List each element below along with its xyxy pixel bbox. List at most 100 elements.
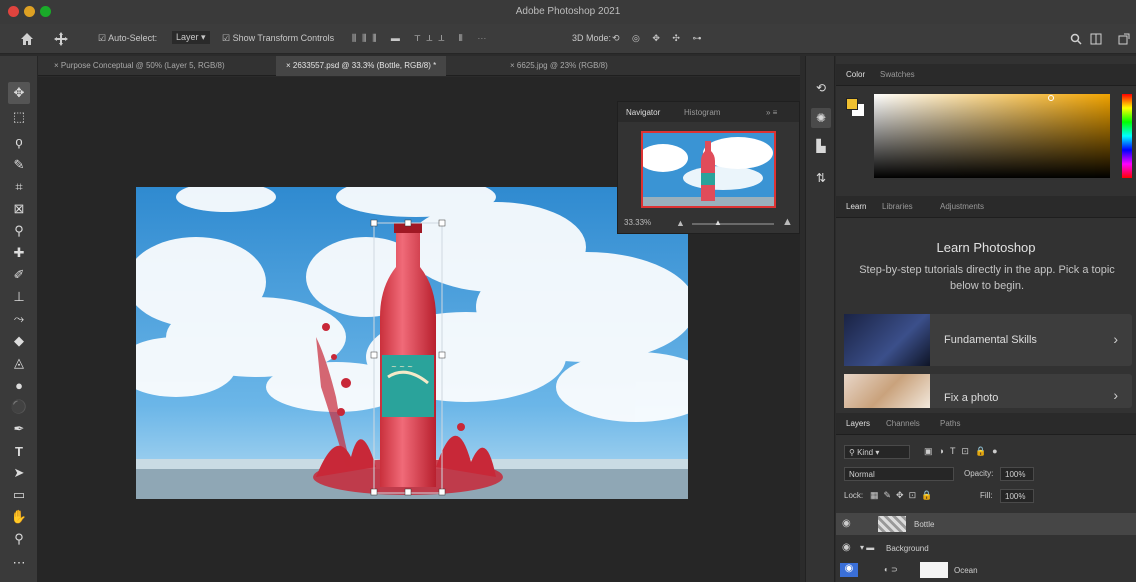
tutorial-thumbnail: [844, 314, 930, 366]
show-transform-checkbox[interactable]: ☑ Show Transform Controls: [222, 33, 334, 44]
navigator-thumbnail-image: [643, 133, 774, 206]
3d-mode-icons[interactable]: ⟲ ◎ ✥ ✣ ⊶: [612, 33, 706, 44]
workspace-icon[interactable]: [1090, 33, 1104, 45]
chevron-right-icon: ›: [1113, 387, 1118, 403]
gradient-tool-button[interactable]: ◬: [8, 352, 30, 374]
hand-tool-button[interactable]: ✋: [8, 506, 30, 528]
quick-selection-tool-button[interactable]: ✎: [8, 154, 30, 176]
layer-row-ocean[interactable]: ◉ ◐ ⊃ Ocean: [836, 559, 1136, 581]
opacity-label: Opacity:: [964, 469, 994, 478]
foreground-color-swatch[interactable]: [846, 98, 858, 110]
pen-tool-button[interactable]: ✒: [8, 418, 30, 440]
history-icon[interactable]: ⟲: [811, 78, 831, 98]
zoom-in-icon[interactable]: ▲: [782, 216, 793, 228]
tab-navigator[interactable]: Navigator: [626, 108, 660, 117]
tab-color[interactable]: Color: [846, 70, 865, 79]
auto-select-checkbox[interactable]: ☑ Auto-Select:: [98, 33, 157, 44]
layer-row-bottle[interactable]: ◉ Bottle: [836, 513, 1136, 535]
layers-panel-tabs: Layers Channels Paths: [836, 413, 1136, 435]
lock-icons[interactable]: ▦✎✥⊡🔒: [870, 490, 937, 501]
layers-panel: Layers Channels Paths ⚲ Kind ▾ ▣◑T⊡🔒● No…: [836, 413, 1136, 582]
brush-settings-icon[interactable]: ✺: [811, 108, 831, 128]
tab-libraries[interactable]: Libraries: [882, 202, 913, 211]
tab-histogram[interactable]: Histogram: [684, 108, 720, 117]
share-icon[interactable]: [1118, 33, 1130, 45]
layer-kind-filter[interactable]: ⚲ Kind ▾: [844, 445, 910, 459]
right-panels: Color Swatches Learn Libraries Adjustmen…: [836, 56, 1136, 582]
crop-tool-button[interactable]: ⌗: [8, 176, 30, 198]
zoom-slider-track[interactable]: [692, 223, 774, 225]
rectangle-tool-button[interactable]: ▭: [8, 484, 30, 506]
visibility-eye-icon[interactable]: ◉: [842, 518, 851, 529]
blur-tool-button[interactable]: ●: [8, 374, 30, 396]
tab-learn[interactable]: Learn: [846, 202, 866, 211]
frame-tool-button[interactable]: ⊠: [8, 198, 30, 220]
learn-panel-tabs: Learn Libraries Adjustments: [836, 196, 1136, 218]
tab-label: 6625.jpg @ 23% (RGB/8): [516, 61, 608, 70]
layer-name: Ocean: [954, 566, 978, 575]
lock-label: Lock:: [844, 491, 864, 500]
picker-cursor[interactable]: [1048, 95, 1054, 101]
layer-mask-thumbnail: [920, 562, 948, 578]
show-transform-label: Show Transform Controls: [232, 33, 335, 43]
kind-label: Kind: [857, 448, 874, 457]
tutorial-card-label: Fundamental Skills: [944, 334, 1037, 346]
auto-select-dropdown[interactable]: Layer ▾: [172, 31, 210, 44]
opacity-field[interactable]: 100%: [1000, 467, 1034, 481]
svg-text:~ ~ ~: ~ ~ ~: [391, 363, 413, 371]
mode-3d-label: 3D Mode:: [572, 33, 612, 43]
properties-icon[interactable]: ▙: [811, 136, 831, 156]
tab-channels[interactable]: Channels: [886, 419, 920, 428]
zoom-tool-button[interactable]: ⚲: [8, 528, 30, 550]
tab-document-1[interactable]: × Purpose Conceptual @ 50% (Layer 5, RGB…: [44, 56, 235, 76]
lasso-tool-button[interactable]: ϙ: [8, 130, 30, 152]
more-tools-button[interactable]: ⋯: [8, 552, 30, 574]
document-image[interactable]: ~ ~ ~: [136, 187, 688, 499]
collapse-panel-icon[interactable]: » ≡: [766, 108, 777, 117]
collapsed-panels-strip: ⟲ ✺ ▙ ⇅: [805, 56, 835, 582]
blend-mode-dropdown[interactable]: Normal: [844, 467, 954, 481]
healing-brush-tool-button[interactable]: ✚: [8, 242, 30, 264]
search-icon[interactable]: [1070, 33, 1082, 45]
fill-field[interactable]: 100%: [1000, 489, 1034, 503]
visibility-eye-icon[interactable]: ◉: [840, 563, 858, 577]
tab-document-3[interactable]: × 6625.jpg @ 23% (RGB/8): [500, 56, 618, 76]
navigator-thumbnail[interactable]: [641, 131, 776, 208]
clone-stamp-tool-button[interactable]: ⊥: [8, 286, 30, 308]
type-tool-button[interactable]: T: [8, 440, 30, 462]
tab-document-2[interactable]: × 2633557.psd @ 33.3% (Bottle, RGB/8) *: [276, 56, 447, 76]
layer-row-group[interactable]: ◉ ▾ ▬ Background: [836, 537, 1136, 559]
tutorial-thumbnail: [844, 374, 930, 408]
tab-swatches[interactable]: Swatches: [880, 70, 915, 79]
dodge-tool-button[interactable]: ⚫: [8, 396, 30, 418]
brush-tool-button[interactable]: ✐: [8, 264, 30, 286]
eraser-tool-button[interactable]: ◆: [8, 330, 30, 352]
align-icons[interactable]: ⫼⫼⫼ ▬ ⊤⊥⊥ ⫴ ⋯: [352, 33, 492, 44]
folder-icon: ▾ ▬: [860, 543, 875, 552]
path-selection-tool-button[interactable]: ➤: [8, 462, 30, 484]
tab-adjustments[interactable]: Adjustments: [940, 202, 984, 211]
tutorial-card-fundamentals[interactable]: Fundamental Skills ›: [844, 314, 1132, 366]
tutorial-card-label: Fix a photo: [944, 392, 999, 404]
home-icon[interactable]: [20, 32, 34, 46]
marquee-tool-button[interactable]: ⬚: [8, 106, 30, 128]
history-brush-tool-button[interactable]: ⤳: [8, 308, 30, 330]
eyedropper-tool-button[interactable]: ⚲: [8, 220, 30, 242]
adjustments-icon[interactable]: ⇅: [811, 168, 831, 188]
layer-filter-icons[interactable]: ▣◑T⊡🔒●: [924, 446, 1004, 457]
navigator-zoom-value[interactable]: 33.33%: [624, 218, 651, 227]
tab-paths[interactable]: Paths: [940, 419, 960, 428]
layer-name: Background: [886, 544, 929, 553]
move-tool-icon[interactable]: [54, 32, 68, 46]
zoom-out-icon[interactable]: ▲: [676, 218, 685, 228]
visibility-eye-icon[interactable]: ◉: [842, 542, 851, 553]
hue-slider[interactable]: [1122, 94, 1132, 178]
color-panel-tabs: Color Swatches: [836, 64, 1136, 86]
color-picker-field[interactable]: [874, 94, 1110, 178]
learn-description: Step-by-step tutorials directly in the a…: [859, 264, 1115, 292]
tutorial-card-fix-photo[interactable]: Fix a photo ›: [844, 374, 1132, 408]
tab-layers[interactable]: Layers: [846, 419, 870, 428]
title-bar: Adobe Photoshop 2021: [0, 0, 1136, 24]
move-tool-button[interactable]: ✥: [8, 82, 30, 104]
zoom-slider-thumb[interactable]: ▲: [714, 218, 722, 227]
